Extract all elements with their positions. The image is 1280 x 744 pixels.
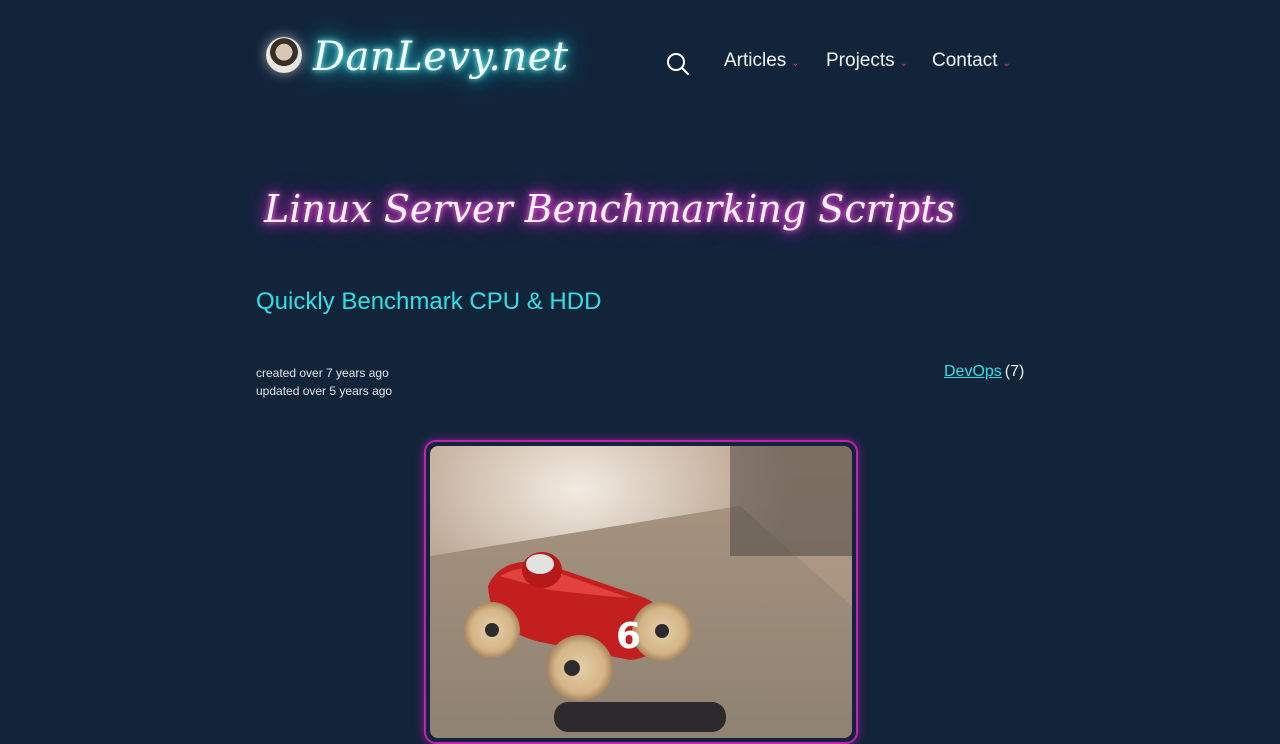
tag-count: (7): [1004, 363, 1025, 380]
avatar[interactable]: [266, 37, 302, 73]
nav-articles-label: Articles: [724, 50, 787, 71]
nav-projects[interactable]: Projects ⌄: [826, 50, 908, 72]
tag-devops: DevOps (7): [944, 363, 1024, 381]
site-logo[interactable]: DanLevy.net: [313, 31, 569, 83]
image-toolbar[interactable]: [554, 702, 726, 732]
search-icon[interactable]: [666, 52, 690, 76]
chevron-down-icon: ⌄: [791, 57, 800, 69]
hero-image: 6: [424, 440, 858, 744]
nav-contact-label: Contact: [932, 50, 998, 71]
created-date: created over 7 years ago: [256, 366, 389, 380]
updated-date: updated over 5 years ago: [256, 384, 393, 398]
nav-contact[interactable]: Contact ⌄: [932, 50, 1011, 72]
hero-car-number: 6: [616, 616, 641, 657]
chevron-down-icon: ⌄: [1002, 57, 1011, 69]
hero-photo: 6: [430, 446, 852, 738]
tag-link[interactable]: DevOps: [944, 363, 1002, 380]
nav-articles[interactable]: Articles ⌄: [724, 50, 800, 72]
article-title: Linux Server Benchmarking Scripts: [264, 187, 956, 231]
nav-projects-label: Projects: [826, 50, 895, 71]
chevron-down-icon: ⌄: [899, 57, 909, 69]
article-subtitle: Quickly Benchmark CPU & HDD: [256, 288, 602, 315]
